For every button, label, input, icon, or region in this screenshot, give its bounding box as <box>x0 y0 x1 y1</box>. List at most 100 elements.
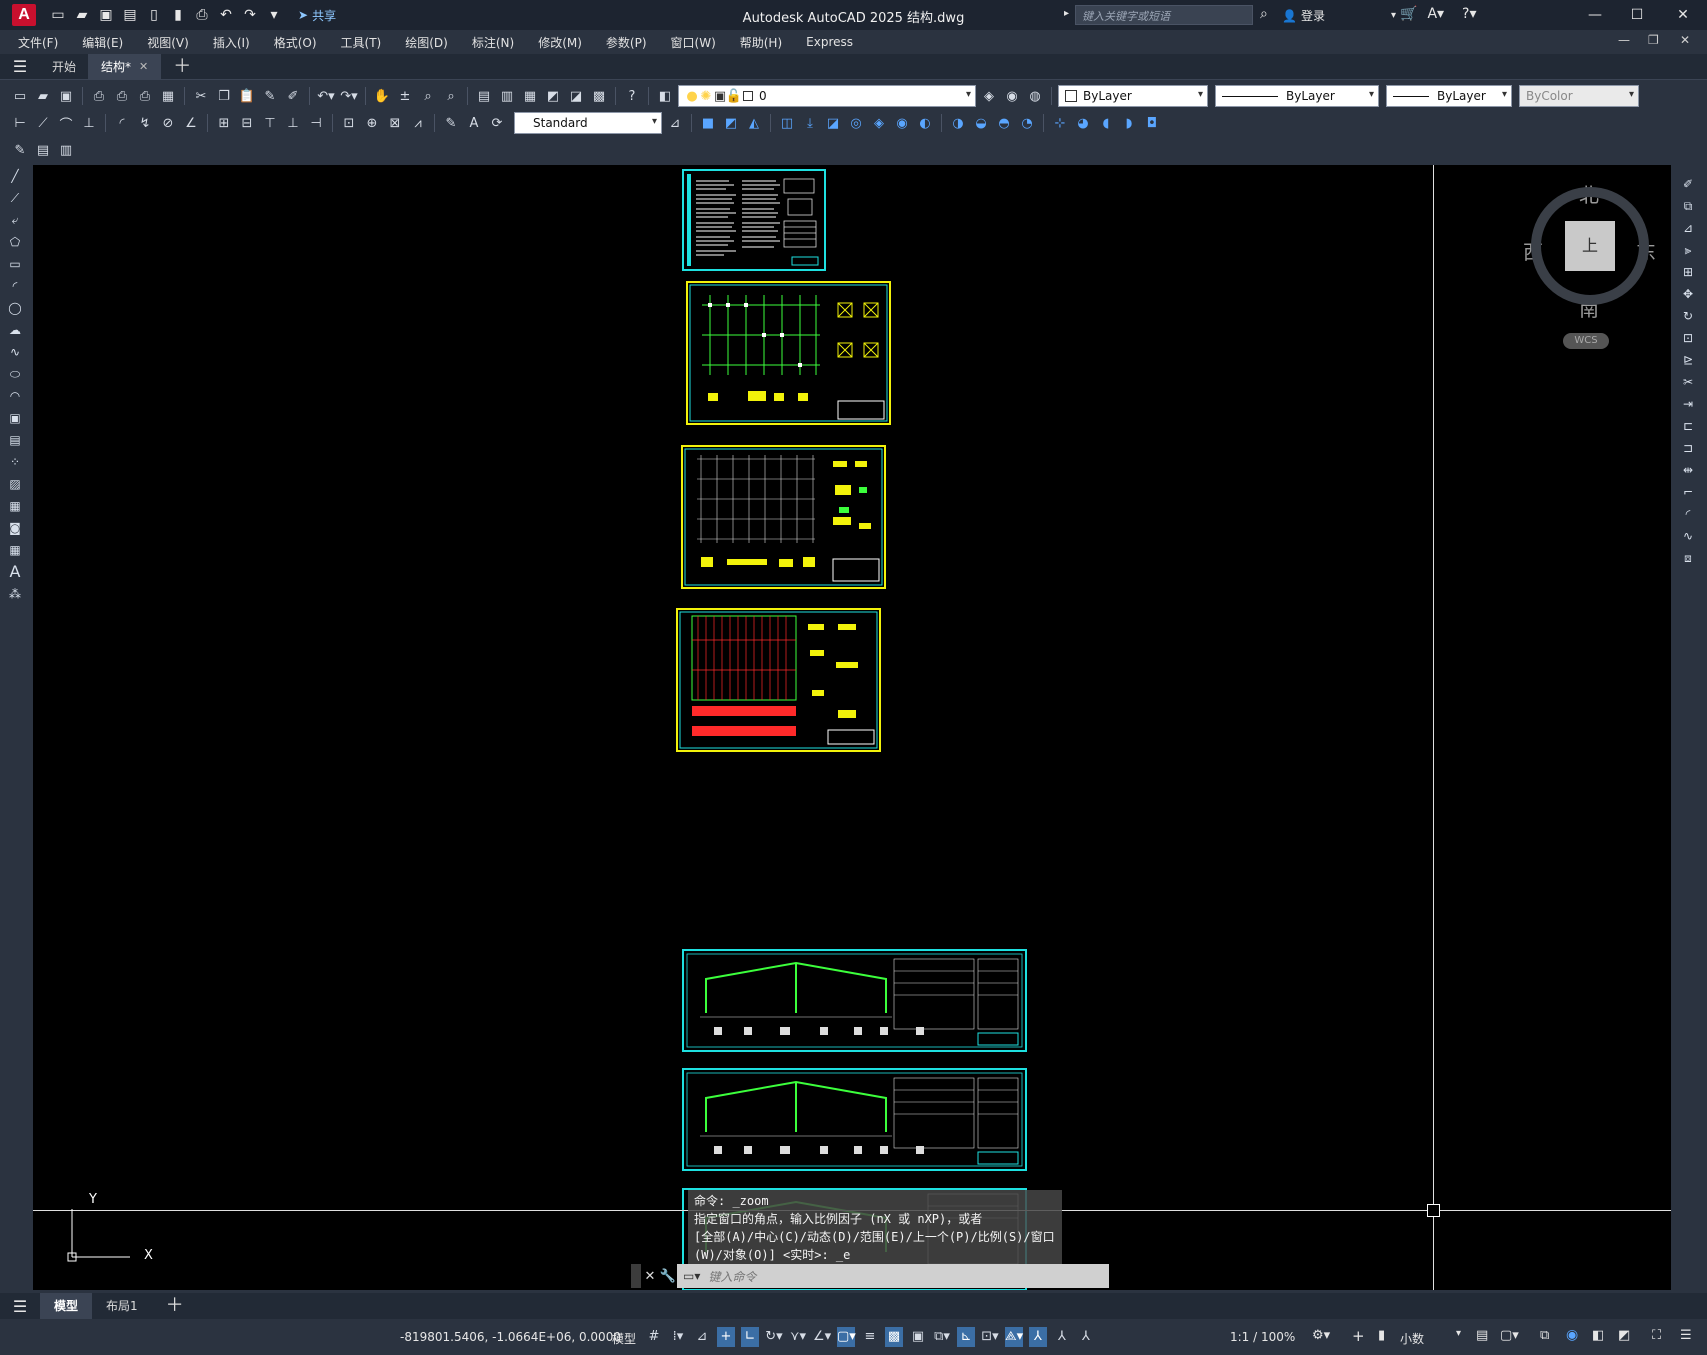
break-at-point-icon[interactable]: ⊏ <box>1679 417 1697 435</box>
isometric-icon[interactable]: ⋎▾ <box>789 1327 807 1347</box>
construction-line-icon[interactable]: ⟋ <box>6 189 24 207</box>
dim-edit-icon[interactable]: ✎ <box>441 113 461 133</box>
menu-insert[interactable]: 插入(I) <box>201 34 262 51</box>
viewcube-top-face[interactable]: 上 <box>1565 221 1615 271</box>
drawing-sheet-frame-elevation-2[interactable] <box>682 1068 1027 1171</box>
menu-window[interactable]: 窗口(W) <box>659 34 728 51</box>
gradient-icon[interactable]: ▦ <box>6 497 24 515</box>
maximize-window-button[interactable]: ☐ <box>1622 4 1652 26</box>
dim-text-edit-icon[interactable]: A <box>464 113 484 133</box>
app-menu-icon[interactable]: ☰ <box>0 57 40 76</box>
layer-state-icon[interactable]: ◍ <box>1025 86 1045 106</box>
region-icon[interactable]: ◙ <box>6 519 24 537</box>
new-file-icon[interactable]: ▭ <box>50 7 66 23</box>
3d-print-icon[interactable]: ▦ <box>158 86 178 106</box>
hatch-icon[interactable]: ▨ <box>6 475 24 493</box>
inspection-icon[interactable]: ⊠ <box>385 113 405 133</box>
drawing-sheet-frame-elevation-1[interactable] <box>682 949 1027 1052</box>
dim-radius-icon[interactable]: ◜ <box>112 113 132 133</box>
close-tab-icon[interactable]: ✕ <box>139 54 148 80</box>
save-icon[interactable]: ▣ <box>56 86 76 106</box>
zoom-window-icon[interactable]: ⌕ <box>418 86 438 106</box>
break-icon[interactable]: ⊐ <box>1679 439 1697 457</box>
center-mark-icon[interactable]: ⊕ <box>362 113 382 133</box>
tab-model[interactable]: 模型 <box>40 1293 93 1319</box>
menu-format[interactable]: 格式(O) <box>262 34 329 51</box>
dim-aligned-icon[interactable]: ⟋ <box>33 113 53 133</box>
snap-icon[interactable]: ⁞▾ <box>669 1327 687 1347</box>
polyline-icon[interactable]: ⤶ <box>6 211 24 229</box>
zoom-previous-icon[interactable]: ⌕ <box>441 86 461 106</box>
menu-view[interactable]: 视图(V) <box>135 34 201 51</box>
units-dropdown[interactable]: 小数 <box>1400 1330 1424 1347</box>
annotation-scale[interactable]: 1:1 / 100% <box>1230 1330 1295 1344</box>
stretch-icon[interactable]: ⊵ <box>1679 351 1697 369</box>
attribute-extract-icon[interactable]: ▥ <box>56 140 76 160</box>
undo-icon[interactable]: ↶ <box>218 7 234 23</box>
menu-help[interactable]: 帮助(H) <box>728 34 794 51</box>
model-space-toggle[interactable]: 模型 <box>612 1330 636 1347</box>
menu-express[interactable]: Express <box>794 35 865 49</box>
coordinate-readout[interactable]: -819801.5406, -1.0664E+06, 0.0000 <box>400 1330 621 1344</box>
command-input[interactable]: ▭▾ 键入命令 <box>677 1264 1109 1288</box>
properties-icon[interactable]: ▤ <box>474 86 494 106</box>
minimize-window-button[interactable]: — <box>1580 4 1610 26</box>
dynamic-ucs-icon[interactable]: ⊾ <box>957 1327 975 1347</box>
performance-icon[interactable]: ◩ <box>1618 1328 1630 1343</box>
command-line-grip[interactable] <box>631 1264 641 1288</box>
polygon-icon[interactable]: ⬠ <box>6 233 24 251</box>
chevron-down-icon[interactable]: ▾ <box>1456 1328 1461 1339</box>
markup-icon[interactable]: ◪ <box>566 86 586 106</box>
dynamic-input-icon[interactable]: + <box>717 1327 735 1347</box>
layer-vp-icon[interactable]: ▣ <box>713 86 727 106</box>
infer-constraints-icon[interactable]: ⊿ <box>693 1327 711 1347</box>
wedge-icon[interactable]: ◩ <box>721 113 741 133</box>
annotation-visibility-icon[interactable]: ⅄ <box>1029 1327 1047 1347</box>
dim-style-dropdown[interactable]: Standard ▾ <box>514 112 662 134</box>
loft-icon[interactable]: ◈ <box>869 113 889 133</box>
plot-icon[interactable]: ⎙ <box>89 86 109 106</box>
rectangle-icon[interactable]: ▭ <box>6 255 24 273</box>
join-icon[interactable]: ⇹ <box>1679 461 1697 479</box>
cart-icon[interactable]: 🛒 <box>1400 6 1417 22</box>
line-icon[interactable]: ╱ <box>6 167 24 185</box>
cut-icon[interactable]: ✂ <box>191 86 211 106</box>
ellipse-arc-icon[interactable]: ◠ <box>6 387 24 405</box>
search-expand-icon[interactable]: ▸ <box>1064 8 1069 19</box>
help-icon[interactable]: ?▾ <box>1462 6 1476 22</box>
workspace-gear-icon[interactable]: ⚙▾ <box>1312 1328 1330 1343</box>
close-command-line-icon[interactable]: ✕ <box>641 1269 659 1284</box>
dim-style-manager-icon[interactable]: ⊿ <box>665 113 685 133</box>
copy-icon[interactable]: ❐ <box>214 86 234 106</box>
selection-filter-icon[interactable]: ⊡▾ <box>981 1327 999 1347</box>
doc-minimize-button[interactable]: — <box>1618 33 1630 47</box>
menu-draw[interactable]: 绘图(D) <box>393 34 460 51</box>
lock-ui-icon[interactable]: ▢▾ <box>1500 1328 1519 1343</box>
object-snap-icon[interactable]: ▢▾ <box>837 1327 856 1347</box>
3d-osnap-icon[interactable]: ⧉▾ <box>933 1327 951 1347</box>
trim-icon[interactable]: ✂ <box>1679 373 1697 391</box>
layer-properties-icon[interactable]: ◧ <box>655 86 675 106</box>
make-block-icon[interactable]: ▤ <box>6 431 24 449</box>
autocad-logo-icon[interactable]: A <box>12 4 36 26</box>
materials-icon[interactable]: ◔ <box>1017 113 1037 133</box>
calculator-icon[interactable]: ▩ <box>589 86 609 106</box>
layer-thaw-icon[interactable]: ✺ <box>699 86 713 106</box>
design-center-icon[interactable]: ▥ <box>497 86 517 106</box>
open-from-web-icon[interactable]: ▯ <box>146 7 162 23</box>
dim-space-icon[interactable]: ⊥ <box>283 113 303 133</box>
multiline-text-icon[interactable]: A <box>6 563 24 581</box>
insert-block-icon[interactable]: ▣ <box>6 409 24 427</box>
menu-edit[interactable]: 编辑(E) <box>70 34 135 51</box>
login-dropdown-icon[interactable]: ▾ <box>1391 10 1396 21</box>
move-icon[interactable]: ✥ <box>1679 285 1697 303</box>
copy-object-icon[interactable]: ⧉ <box>1679 197 1697 215</box>
color-dropdown[interactable]: ByLayer ▾ <box>1058 85 1208 107</box>
polar-tracking-icon[interactable]: ↻▾ <box>765 1327 783 1347</box>
new-tab-button[interactable]: ＋ <box>161 54 203 80</box>
dim-continue-icon[interactable]: ⊤ <box>260 113 280 133</box>
search-icon[interactable]: ⌕ <box>1260 6 1268 22</box>
sheet-set-icon[interactable]: ◩ <box>543 86 563 106</box>
ucs-icon[interactable]: ⊹ <box>1050 113 1070 133</box>
visual-style-icon[interactable]: ◑ <box>948 113 968 133</box>
